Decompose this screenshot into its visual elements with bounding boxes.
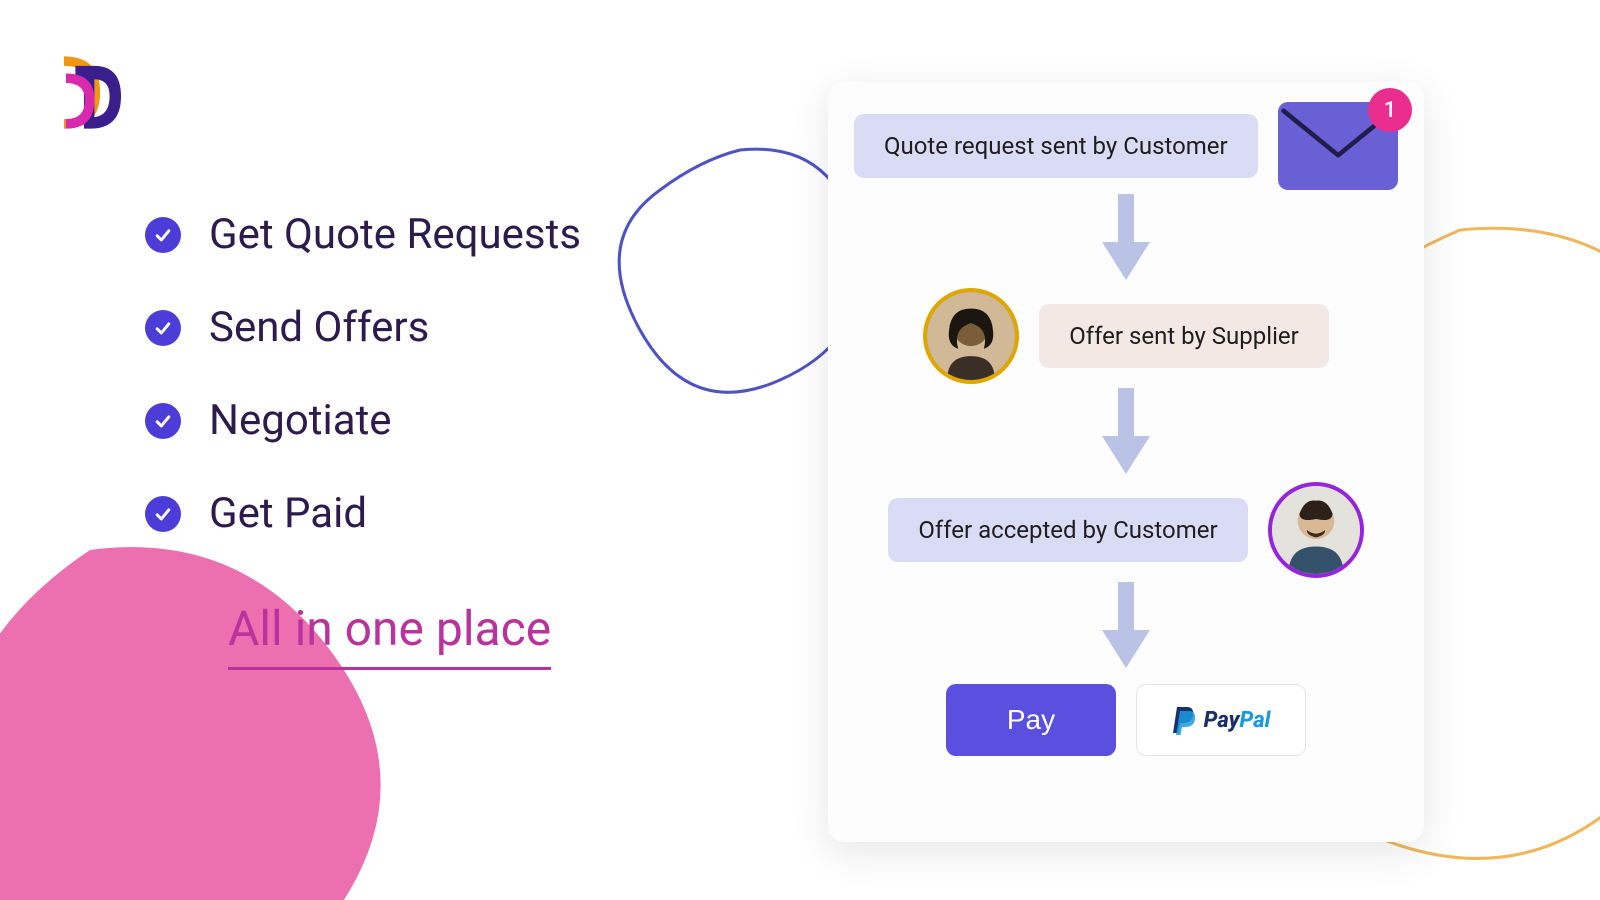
- flow-step-3: Offer accepted by Customer: [854, 482, 1398, 578]
- pay-button[interactable]: Pay: [946, 684, 1116, 756]
- avatar-supplier: [923, 288, 1019, 384]
- avatar-customer: [1268, 482, 1364, 578]
- payment-row: Pay PayPal: [946, 684, 1306, 756]
- brand-logo: [45, 45, 140, 140]
- tagline-text: All in one place: [228, 600, 551, 670]
- flow-step-2: Offer sent by Supplier: [854, 288, 1398, 384]
- flow-card: Quote request sent by Customer 1 Offer s…: [828, 82, 1424, 842]
- feature-list: Get Quote Requests Send Offers Negotiate…: [145, 210, 581, 538]
- arrow-down-icon: [1096, 578, 1156, 676]
- feature-label: Get Paid: [209, 489, 367, 538]
- check-icon: [145, 217, 181, 253]
- check-icon: [145, 496, 181, 532]
- feature-item-negotiate: Negotiate: [145, 396, 581, 445]
- step-pill-offer-sent: Offer sent by Supplier: [1039, 304, 1329, 368]
- feature-label: Send Offers: [209, 303, 429, 352]
- envelope-icon: 1: [1278, 102, 1398, 190]
- check-icon: [145, 310, 181, 346]
- step-pill-quote-request: Quote request sent by Customer: [854, 114, 1258, 178]
- feature-item-get-paid: Get Paid: [145, 489, 581, 538]
- flow-step-1: Quote request sent by Customer 1: [854, 102, 1398, 190]
- feature-item-quote-requests: Get Quote Requests: [145, 210, 581, 259]
- paypal-logo-icon: [1172, 705, 1198, 735]
- feature-item-send-offers: Send Offers: [145, 303, 581, 352]
- check-icon: [145, 403, 181, 439]
- notification-badge: 1: [1368, 88, 1412, 132]
- decoration-blob-pink: [0, 490, 470, 900]
- feature-label: Negotiate: [209, 396, 392, 445]
- feature-label: Get Quote Requests: [209, 210, 581, 259]
- arrow-down-icon: [1096, 384, 1156, 482]
- arrow-down-icon: [1096, 190, 1156, 288]
- step-pill-offer-accepted: Offer accepted by Customer: [888, 498, 1247, 562]
- paypal-wordmark: PayPal: [1204, 708, 1271, 733]
- paypal-button[interactable]: PayPal: [1136, 684, 1306, 756]
